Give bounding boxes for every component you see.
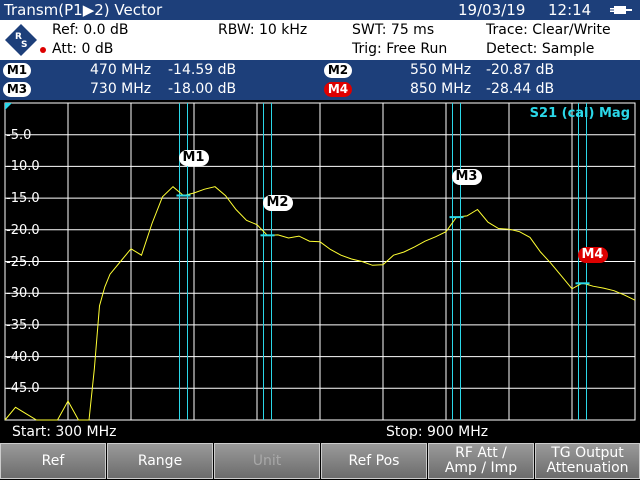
attenuation: Att: 0 dB: [52, 41, 114, 57]
y-tick-label: -5.0: [6, 127, 32, 143]
y-tick-label: -35.0: [6, 317, 40, 333]
y-tick-label: -30.0: [6, 286, 40, 302]
settings-bar: R S Ref: 0.0 dB Att: 0 dB RBW: 10 kHz SW…: [0, 20, 640, 60]
plot-marker-m1[interactable]: M1: [178, 149, 209, 166]
detector: Detect: Sample: [486, 41, 595, 57]
att-indicator-dot: [40, 47, 46, 53]
marker-m1-level: -14.59 dB: [168, 62, 237, 78]
softkey-range[interactable]: Range: [107, 443, 213, 479]
marker-badge-m2[interactable]: M2: [324, 63, 352, 78]
marker-m1-frequency: 470 MHz: [90, 62, 152, 78]
frequency-span-bar: Start: 300 MHz Stop: 900 MHz: [0, 422, 640, 442]
y-tick-label: -15.0: [6, 191, 40, 207]
trace-label: S21 (cal) Mag: [529, 106, 630, 121]
marker-badge-m3[interactable]: M3: [3, 82, 31, 97]
y-tick-label: -25.0: [6, 254, 40, 270]
softkey-rf-att[interactable]: RF Att / Amp / Imp: [428, 443, 534, 479]
rbw: RBW: 10 kHz: [218, 22, 308, 38]
marker-m4-level: -28.44 dB: [486, 81, 555, 97]
trigger: Trig: Free Run: [352, 41, 448, 57]
softkey-bar: Ref Range Unit Ref Pos RF Att / Amp / Im…: [0, 442, 640, 480]
softkey-ref-pos[interactable]: Ref Pos: [321, 443, 427, 479]
marker-table: M1 470 MHz -14.59 dB M2 550 MHz -20.87 d…: [0, 60, 640, 100]
y-tick-label: -20.0: [6, 222, 40, 238]
marker-m2-level: -20.87 dB: [486, 62, 555, 78]
plot-marker-m2[interactable]: M2: [262, 195, 293, 212]
plot-marker-m3[interactable]: M3: [451, 169, 482, 186]
measurement-mode: Transm(P1▶2) Vector: [4, 1, 163, 19]
ref-level-triangle-icon: [5, 103, 12, 110]
ref-level: Ref: 0.0 dB: [52, 22, 129, 38]
start-frequency: Start: 300 MHz: [12, 424, 117, 440]
marker-badge-m1[interactable]: M1: [3, 63, 31, 78]
y-tick-label: -10.0: [6, 159, 40, 175]
softkey-unit[interactable]: Unit: [214, 443, 320, 479]
rohde-schwarz-logo-icon: R S: [5, 24, 37, 56]
y-tick-label: -40.0: [6, 349, 40, 365]
marker-badge-m4[interactable]: M4: [324, 82, 352, 97]
stop-frequency: Stop: 900 MHz: [386, 424, 489, 440]
trace-mode: Trace: Clear/Write: [486, 22, 611, 38]
sweep-time: SWT: 75 ms: [352, 22, 435, 38]
softkey-tg-output[interactable]: TG Output Attenuation: [535, 443, 640, 479]
power-plug-icon: [610, 6, 632, 14]
svg-text:S: S: [21, 40, 27, 50]
time: 12:14: [548, 1, 592, 19]
softkey-ref[interactable]: Ref: [0, 443, 106, 479]
marker-m2-frequency: 550 MHz: [410, 62, 472, 78]
y-tick-label: -45.0: [6, 381, 40, 397]
trace-plot[interactable]: -5.0 -10.0 -15.0 -20.0 -25.0 -30.0 -35.0 -40.0 -…: [0, 100, 640, 422]
marker-m3-level: -18.00 dB: [168, 81, 237, 97]
title-bar: Transm(P1▶2) Vector 19/03/19 12:14: [0, 0, 640, 20]
marker-m3-frequency: 730 MHz: [90, 81, 152, 97]
marker-m4-frequency: 850 MHz: [410, 81, 472, 97]
plot-marker-m4[interactable]: M4: [577, 247, 608, 264]
trace-chart[interactable]: [0, 100, 640, 422]
date: 19/03/19: [458, 1, 526, 19]
